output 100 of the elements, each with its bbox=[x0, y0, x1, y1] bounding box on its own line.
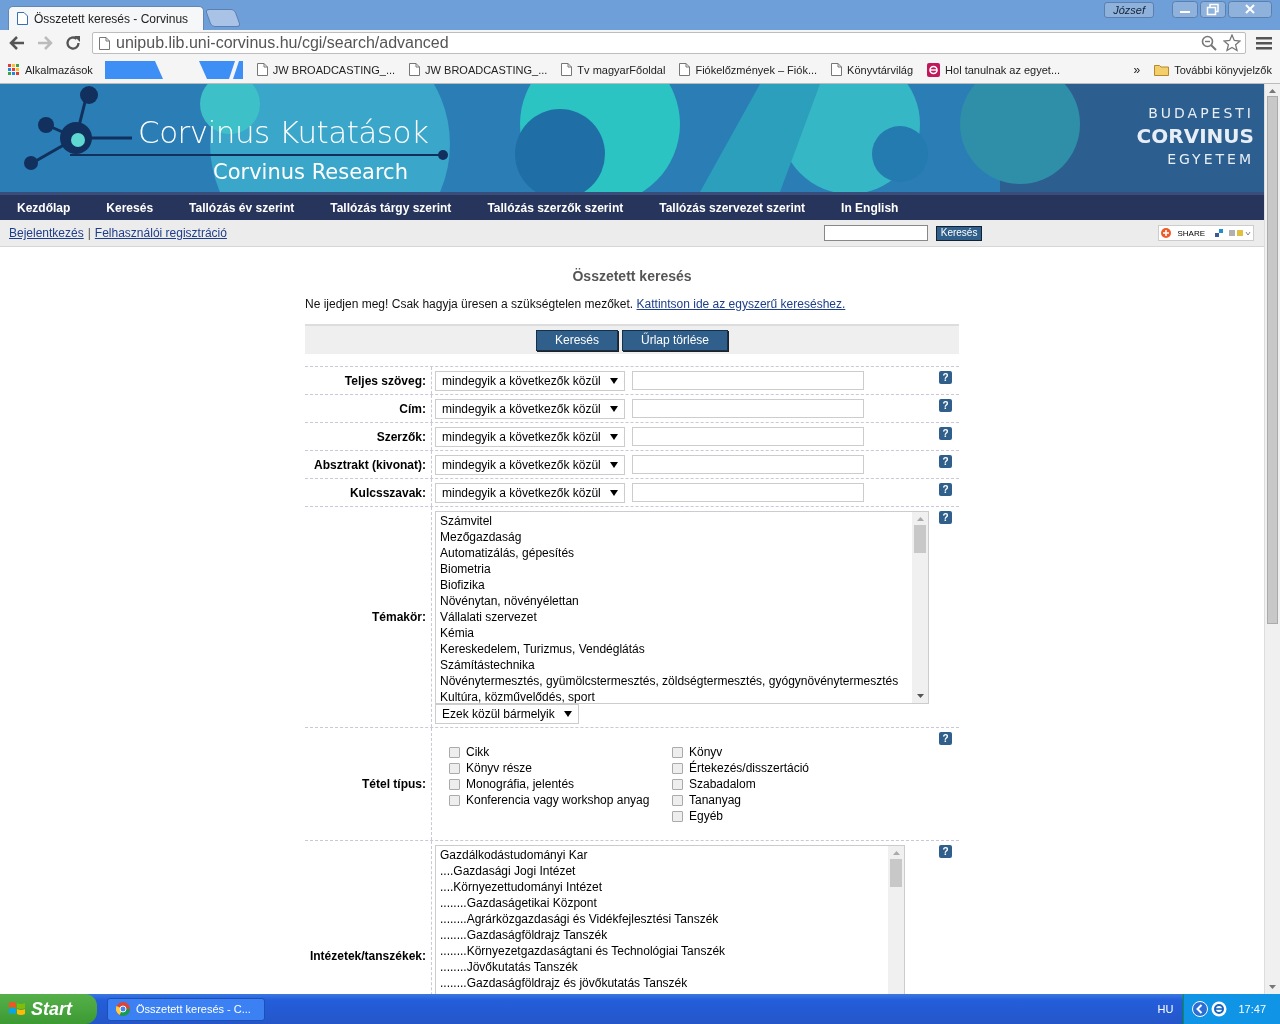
new-tab-button[interactable] bbox=[204, 9, 242, 27]
list-option[interactable]: Kereskedelem, Turizmus, Vendéglátás bbox=[440, 641, 908, 657]
restore-icon[interactable] bbox=[1200, 1, 1226, 18]
simple-search-link[interactable]: Kattintson ide az egyszerű kereséshez. bbox=[636, 297, 846, 311]
list-option[interactable]: Mezőgazdaság bbox=[440, 529, 908, 545]
scrollbar[interactable] bbox=[912, 512, 928, 703]
match-dropdown[interactable]: mindegyik a következők közül bbox=[435, 398, 625, 419]
list-option[interactable]: ........Agrárközgazdasági és Vidékfejlesztési Tanszék bbox=[440, 911, 884, 927]
checkbox[interactable] bbox=[449, 778, 460, 790]
text-field[interactable] bbox=[632, 427, 864, 446]
list-option[interactable]: Növénytan, növényélettan bbox=[440, 593, 908, 609]
list-option[interactable]: ........Gazdaságetikai Központ bbox=[440, 895, 884, 911]
nav-link[interactable]: Tallózás tárgy szerint bbox=[330, 200, 452, 215]
scrollbar-thumb[interactable] bbox=[890, 859, 902, 887]
bookmark[interactable]: JW BROADCASTING_... bbox=[256, 63, 396, 76]
list-option[interactable]: Gazdálkodástudományi Kar bbox=[440, 847, 884, 863]
taskbar-button[interactable]: Összetett keresés - C... bbox=[107, 997, 265, 1021]
checkbox[interactable] bbox=[672, 778, 683, 790]
more-bookmarks-button[interactable]: » bbox=[1133, 62, 1141, 77]
scrollbar[interactable] bbox=[1264, 84, 1280, 994]
text-field[interactable] bbox=[632, 455, 864, 474]
list-option[interactable]: ........Környezetgazdaságtani és Technológiai Tanszék bbox=[440, 943, 884, 959]
nav-link[interactable]: Tallózás év szerint bbox=[189, 200, 295, 215]
reload-icon[interactable] bbox=[64, 34, 82, 52]
bookmark[interactable]: Alkalmazások bbox=[8, 63, 93, 76]
bookmark[interactable]: Hol tanulnak az egyet... bbox=[927, 62, 1061, 77]
checkbox[interactable] bbox=[449, 746, 460, 758]
list-option[interactable]: Számítástechnika bbox=[440, 657, 908, 673]
checkbox[interactable] bbox=[672, 746, 683, 758]
list-option[interactable]: ....Környezettudományi Intézet bbox=[440, 879, 884, 895]
list-option[interactable]: Automatizálás, gépesítés bbox=[440, 545, 908, 561]
bookmark[interactable]: Tv magyarFőoldal bbox=[561, 63, 666, 76]
nav-link[interactable]: Kezdőlap bbox=[17, 200, 71, 215]
profile-button[interactable]: József bbox=[1104, 2, 1154, 18]
bookmark[interactable]: JW BROADCASTING_... bbox=[409, 63, 548, 76]
minimize-icon[interactable] bbox=[1172, 1, 1198, 18]
scroll-down-icon[interactable] bbox=[1269, 985, 1276, 989]
scroll-down-icon[interactable] bbox=[916, 694, 924, 698]
bookmark[interactable]: Könyvtárvilág bbox=[831, 63, 914, 76]
mode-dropdown[interactable]: Ezek közül bármelyik bbox=[435, 704, 579, 724]
scroll-up-icon[interactable] bbox=[892, 851, 900, 855]
nav-link[interactable]: In English bbox=[841, 200, 899, 215]
search-button[interactable]: Keresés bbox=[535, 329, 618, 351]
scroll-up-icon[interactable] bbox=[916, 517, 924, 521]
list-option[interactable]: Biometria bbox=[440, 561, 908, 577]
checkbox[interactable] bbox=[449, 762, 460, 774]
nav-link[interactable]: Keresés bbox=[106, 200, 154, 215]
match-dropdown[interactable]: mindegyik a következők közül bbox=[435, 454, 625, 475]
bookmark-folder[interactable]: További könyvjelzők bbox=[1154, 63, 1272, 76]
help-button[interactable]: ? bbox=[939, 511, 952, 524]
star-icon[interactable] bbox=[1223, 34, 1241, 52]
match-dropdown[interactable]: mindegyik a következők közül bbox=[435, 426, 625, 447]
back-icon[interactable] bbox=[8, 35, 26, 51]
help-button[interactable]: ? bbox=[939, 483, 952, 496]
tray-app-icon[interactable] bbox=[1211, 1001, 1228, 1017]
text-field[interactable] bbox=[632, 399, 864, 418]
match-dropdown[interactable]: mindegyik a következők közül bbox=[435, 482, 625, 503]
list-option[interactable]: ........Gazdaságföldrajz és jövőkutatás Tanszék bbox=[440, 975, 884, 991]
help-button[interactable]: ? bbox=[939, 427, 952, 440]
nav-link[interactable]: Tallózás szerzők szerint bbox=[487, 200, 624, 215]
list-option[interactable]: Kémia bbox=[440, 625, 908, 641]
address-field[interactable]: unipub.lib.uni-corvinus.hu/cgi/search/advanced bbox=[92, 32, 1246, 54]
share-button[interactable]: SHARE bbox=[1158, 225, 1254, 241]
search-field[interactable] bbox=[823, 225, 928, 241]
help-button[interactable]: ? bbox=[939, 399, 952, 412]
scrollbar-thumb[interactable] bbox=[914, 525, 926, 553]
scroll-up-icon[interactable] bbox=[1269, 89, 1276, 93]
text-field[interactable] bbox=[632, 483, 864, 502]
list-option[interactable]: Számvitel bbox=[440, 513, 908, 529]
list-option[interactable]: ........Gazdaságföldrajz Tanszék bbox=[440, 927, 884, 943]
close-icon[interactable] bbox=[1228, 1, 1272, 18]
list-option[interactable]: Kultúra, közművelődés, sport bbox=[440, 689, 908, 703]
text-field[interactable] bbox=[632, 371, 864, 390]
menu-icon[interactable] bbox=[1256, 36, 1272, 50]
forward-icon[interactable] bbox=[36, 35, 54, 51]
nav-link[interactable]: Tallózás szervezet szerint bbox=[659, 200, 806, 215]
help-button[interactable]: ? bbox=[939, 455, 952, 468]
checkbox[interactable] bbox=[672, 794, 683, 806]
topic-listbox[interactable] bbox=[435, 511, 929, 704]
scrollbar-thumb[interactable] bbox=[1267, 96, 1278, 624]
search-button[interactable]: Keresés bbox=[935, 225, 983, 241]
checkbox[interactable] bbox=[672, 762, 683, 774]
help-button[interactable]: ? bbox=[939, 732, 952, 745]
checkbox[interactable] bbox=[672, 810, 683, 822]
checkbox[interactable] bbox=[449, 794, 460, 806]
list-option[interactable]: ........Jövőkutatás Tanszék bbox=[440, 959, 884, 975]
login-link[interactable]: Bejelentkezés bbox=[9, 226, 84, 240]
bookmark[interactable]: Fiókelőzmények – Fiók... bbox=[679, 63, 818, 76]
register-link[interactable]: Felhasználói regisztráció bbox=[94, 226, 227, 240]
list-option[interactable]: Vállalati szervezet bbox=[440, 609, 908, 625]
list-option[interactable]: ....Gazdasági Jogi Intézet bbox=[440, 863, 884, 879]
language-indicator[interactable]: HU bbox=[1157, 1003, 1174, 1015]
list-option[interactable]: Növénytermesztés, gyümölcstermesztés, zöldségtermesztés, gyógynövénytermesztés bbox=[440, 673, 908, 689]
zoom-icon[interactable] bbox=[1201, 35, 1217, 51]
browser-tab[interactable]: Összetett keresés - Corvinus bbox=[8, 6, 204, 30]
match-dropdown[interactable]: mindegyik a következők közül bbox=[435, 370, 625, 391]
scrollbar[interactable] bbox=[888, 846, 904, 994]
list-option[interactable]: Biofizika bbox=[440, 577, 908, 593]
help-button[interactable]: ? bbox=[939, 371, 952, 384]
clear-form-button[interactable]: Űrlap törlése bbox=[622, 329, 729, 351]
